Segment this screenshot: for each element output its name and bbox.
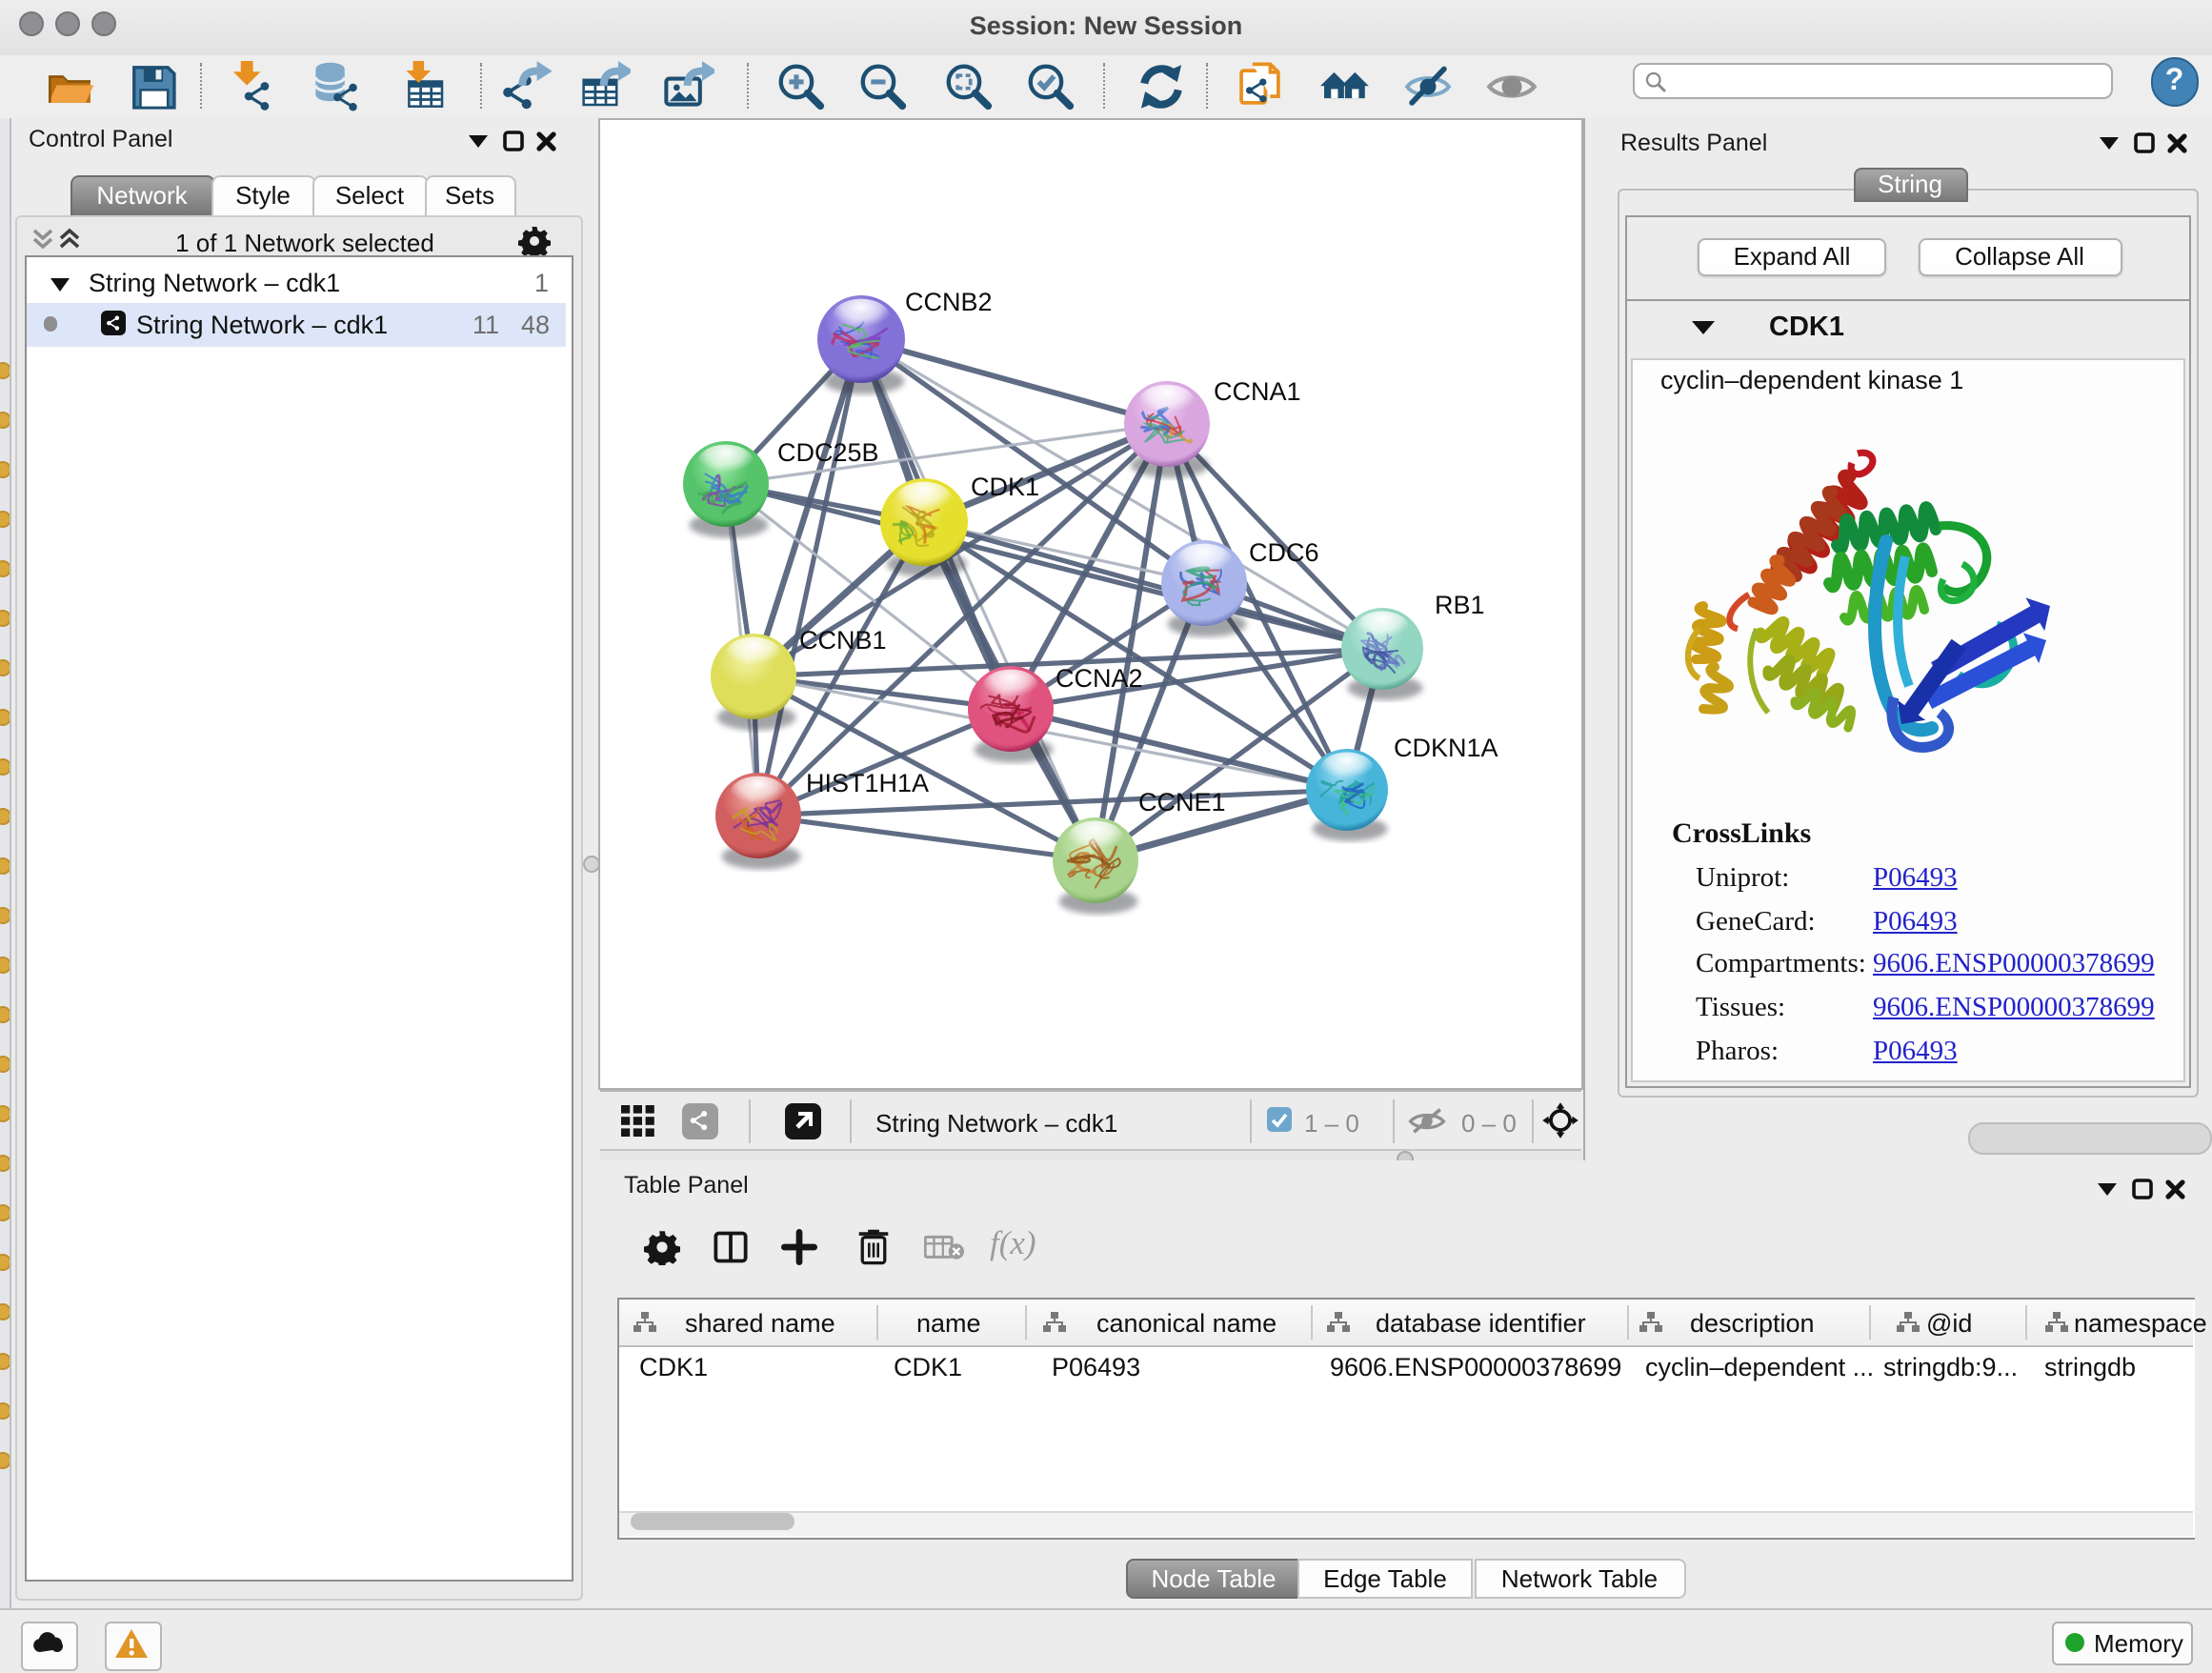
svg-text:CDK1: CDK1 [970,473,1038,501]
svg-text:CDKN1A: CDKN1A [1393,734,1498,762]
svg-text:CDC6: CDC6 [1248,538,1318,567]
svg-text:CCNE1: CCNE1 [1137,788,1225,816]
svg-text:RB1: RB1 [1434,591,1484,619]
svg-text:CCNA1: CCNA1 [1213,377,1300,406]
svg-text:CDC25B: CDC25B [776,438,878,467]
svg-text:CCNB1: CCNB1 [798,626,886,655]
svg-text:CCNB2: CCNB2 [904,288,992,316]
svg-text:HIST1H1A: HIST1H1A [805,769,928,797]
svg-text:CCNA2: CCNA2 [1055,664,1142,693]
